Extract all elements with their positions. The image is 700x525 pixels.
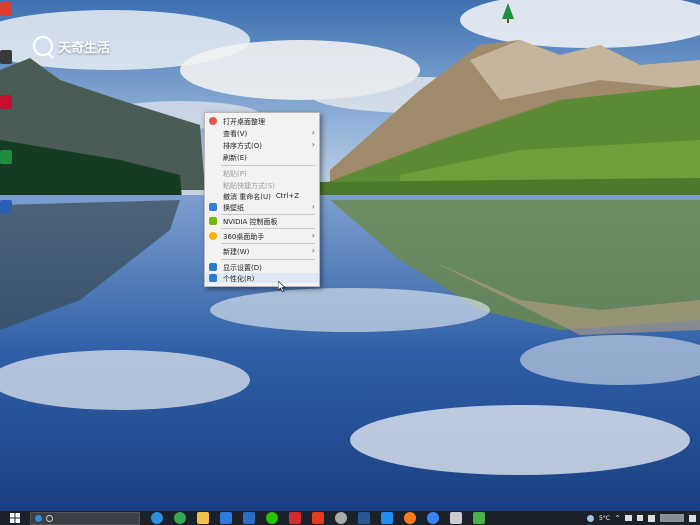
search-icon (46, 514, 53, 522)
volume-icon[interactable] (637, 515, 643, 521)
pdf-icon (0, 95, 12, 109)
store-icon[interactable] (220, 512, 232, 524)
desktop-wallpaper (0, 0, 700, 511)
system-tray: 5°C ^ (586, 511, 696, 525)
temperature-text: 5°C (598, 514, 610, 522)
menu-item-nvidia-control-panel[interactable]: NVIDIA 控制面板 (205, 216, 319, 226)
desktop-icon-xls[interactable] (0, 150, 16, 165)
nvidia-icon (209, 217, 217, 225)
menu-separator (221, 259, 315, 260)
shortcut-label: Ctrl+Z (275, 192, 299, 200)
watermark-text: 天奇生活 (58, 40, 111, 56)
desktop-icon-app1[interactable] (0, 2, 16, 17)
menu-item-desktop-organizer[interactable]: 打开桌面整理 (205, 116, 319, 126)
windows-icon (10, 513, 20, 523)
clock-area[interactable] (660, 514, 684, 522)
menu-item-display-settings[interactable]: 显示设置(D) (205, 262, 319, 272)
wechat-icon[interactable] (266, 512, 278, 524)
desktop-icon-doc[interactable] (0, 200, 16, 215)
chevron-right-icon: › (311, 231, 315, 240)
menu-item-paste-shortcut[interactable]: 粘贴快捷方式(S) (205, 180, 319, 190)
edge-search-icon (35, 514, 42, 522)
menu-separator (221, 214, 315, 215)
notification-icon[interactable] (689, 514, 696, 522)
menu-item-sort-by[interactable]: 排序方式(O) › (205, 140, 319, 150)
menu-item-undo-rename[interactable]: 撤消 重命名(U) Ctrl+Z (205, 191, 319, 201)
app-icon (0, 2, 12, 16)
watermark: 天奇生活 (33, 36, 110, 56)
wallpaper-icon (209, 203, 217, 211)
input-method-icon[interactable] (648, 514, 655, 522)
personalize-icon (209, 274, 217, 282)
menu-item-new[interactable]: 新建(W) › (205, 246, 319, 256)
wps-icon[interactable] (289, 512, 301, 524)
chevron-right-icon: › (311, 246, 315, 255)
menu-item-personalize[interactable]: 个性化(R) (205, 273, 319, 283)
start-button[interactable] (0, 511, 30, 525)
app-blue-icon[interactable] (427, 512, 439, 524)
app-green-icon[interactable] (473, 512, 485, 524)
chevron-up-icon[interactable]: ^ (615, 515, 620, 522)
browser-chrome-icon[interactable] (174, 512, 186, 524)
weather-icon[interactable] (586, 514, 594, 522)
menu-separator (221, 228, 315, 229)
chevron-right-icon: › (311, 128, 315, 137)
app-orange-icon[interactable] (404, 512, 416, 524)
pen-icon (0, 50, 12, 64)
taskbar: 5°C ^ (0, 511, 700, 525)
taskbar-search-box[interactable] (30, 511, 140, 525)
spreadsheet-icon (0, 150, 12, 164)
app-gray-icon[interactable] (450, 512, 462, 524)
chevron-right-icon: › (311, 140, 315, 149)
network-icon[interactable] (625, 515, 632, 521)
menu-separator (221, 165, 315, 166)
desktop-context-menu: 打开桌面整理 查看(V) › 排序方式(O) › 刷新(E) 粘贴(P) 粘贴快… (204, 112, 320, 287)
file-explorer-icon[interactable] (197, 512, 209, 524)
menu-item-change-wallpaper[interactable]: 换壁纸 › (205, 202, 319, 212)
desktop-icon-pdf[interactable] (0, 95, 16, 110)
document-icon (0, 200, 12, 214)
desktop-organizer-icon (209, 117, 217, 125)
browser-edge-icon[interactable] (151, 512, 163, 524)
desktop-assistant-icon (209, 232, 217, 240)
app-red-icon[interactable] (312, 512, 324, 524)
desktop-icon-app2[interactable] (0, 50, 16, 65)
display-settings-icon (209, 263, 217, 271)
christmas-tree-icon (502, 3, 514, 23)
settings-icon[interactable] (335, 512, 347, 524)
mail-icon[interactable] (381, 512, 393, 524)
menu-separator (221, 243, 315, 244)
watermark-logo-icon (33, 36, 53, 56)
photoshop-icon[interactable] (243, 512, 255, 524)
menu-item-360-desktop-assistant[interactable]: 360桌面助手 › (205, 231, 319, 241)
menu-item-view[interactable]: 查看(V) › (205, 128, 319, 138)
menu-item-refresh[interactable]: 刷新(E) (205, 152, 319, 162)
menu-item-paste[interactable]: 粘贴(P) (205, 168, 319, 178)
word-icon[interactable] (358, 512, 370, 524)
chevron-right-icon: › (311, 202, 315, 211)
mouse-cursor-icon (278, 281, 286, 292)
